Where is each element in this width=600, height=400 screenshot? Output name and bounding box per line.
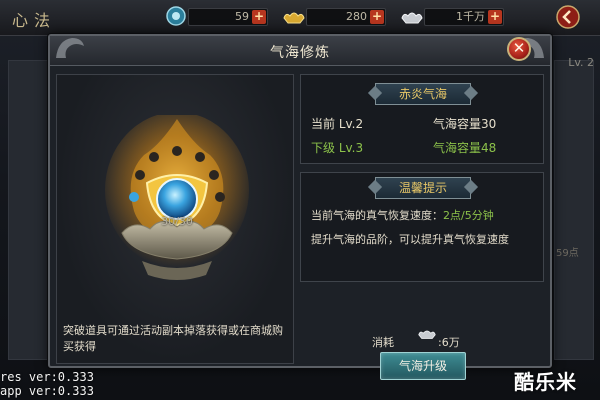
cost-value: :6万	[438, 336, 460, 349]
qihai-upgrade-button[interactable]: 气海升级	[380, 352, 466, 380]
recovery-speed-prefix: 当前气海的真气恢复速度：	[311, 209, 443, 222]
gold-ingot-counter: 280 +	[306, 8, 386, 26]
qihai-name-banner: 赤炎气海	[375, 83, 471, 105]
silver-ingot-counter: 1千万 +	[424, 8, 504, 26]
back-arrow-icon[interactable]	[556, 5, 580, 29]
add-gold-button[interactable]: +	[370, 10, 384, 24]
silver-ingot-icon	[401, 12, 423, 24]
qihai-display-panel: 30/30 突破道具可通过活动副本掉落获得或在商城购买获得	[56, 74, 294, 364]
qihai-artifact: 30/30	[102, 112, 252, 295]
qihai-info-panel: 赤炎气海 当前 Lv.2 气海容量30 下级 Lv.3 气海容量48 温馨提示 …	[300, 74, 544, 380]
silver-ingot-icon	[418, 330, 436, 339]
recovery-speed-value: 2点/5分钟	[443, 209, 494, 222]
add-jade-button[interactable]: +	[252, 10, 266, 24]
watermark: 酷乐米	[514, 370, 577, 394]
top-resource-bar: 心法 59 + 280 + 1千万 +	[0, 0, 600, 36]
silver-ingot-value: 1千万	[456, 10, 485, 23]
upgrade-tip: 提升气海的品阶，可以提升真气恢复速度	[311, 233, 509, 246]
background-side-value: 59点	[556, 248, 579, 259]
top-logo: 心法	[12, 11, 57, 30]
breakthrough-hint: 突破道具可通过活动副本掉落获得或在商城购买获得	[63, 324, 283, 353]
jade-coin-icon	[166, 6, 186, 26]
qihai-training-dialog: 气海修炼 ✕ 30/30 突破道具可通过活动副本掉落获得或在商城购买获得 赤炎气…	[48, 34, 552, 380]
jade-coin-counter: 59 +	[188, 8, 268, 26]
qihai-progress-label: 30/30	[161, 215, 193, 228]
current-level-label: 当前 Lv.2	[311, 117, 364, 131]
next-capacity-label: 气海容量48	[433, 141, 497, 155]
background-panel	[554, 60, 594, 360]
qihai-stats-section: 赤炎气海 当前 Lv.2 气海容量30 下级 Lv.3 气海容量48	[300, 74, 544, 164]
app-version-label: app ver:0.333	[0, 384, 94, 398]
tips-section: 温馨提示 当前气海的真气恢复速度：2点/5分钟 提升气海的品阶，可以提升真气恢复…	[300, 172, 544, 282]
cost-label: 消耗	[372, 336, 394, 349]
gold-ingot-icon	[283, 12, 305, 24]
next-level-label: 下级 Lv.3	[311, 141, 364, 155]
res-version-label: res ver:0.333	[0, 370, 94, 384]
jade-coin-value: 59	[235, 10, 249, 23]
qihai-artifact-icon	[105, 112, 249, 280]
dialog-header: 气海修炼 ✕	[50, 36, 550, 66]
background-panel	[8, 60, 48, 360]
dialog-title: 气海修炼	[270, 45, 330, 61]
close-button[interactable]: ✕	[507, 37, 531, 61]
tips-banner: 温馨提示	[375, 177, 471, 199]
recovery-speed-tip: 当前气海的真气恢复速度：2点/5分钟	[311, 207, 494, 223]
add-silver-button[interactable]: +	[488, 10, 502, 24]
gold-ingot-value: 280	[346, 10, 367, 23]
background-level-label: Lv. 2	[568, 56, 594, 69]
current-capacity-label: 气海容量30	[433, 117, 497, 131]
